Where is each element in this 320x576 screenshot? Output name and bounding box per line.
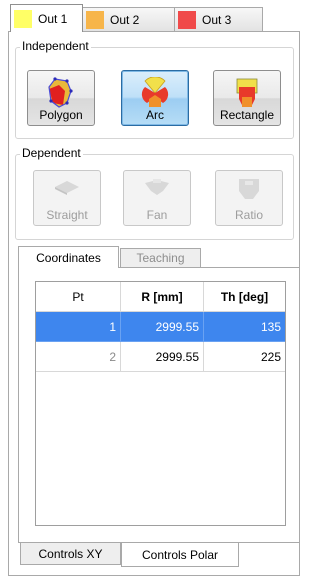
out-3-color-swatch: [178, 10, 196, 29]
arc-shape-icon: [141, 77, 169, 107]
tab-controls-polar-label: Controls Polar: [141, 547, 219, 562]
tab-coordinates[interactable]: Coordinates: [18, 246, 119, 268]
independent-group: Independent Polygon Arc Rectangle: [15, 39, 294, 139]
arc-button[interactable]: Arc: [121, 70, 189, 126]
cell-r[interactable]: 2999.55: [121, 312, 204, 342]
out-1-color-swatch: [14, 9, 32, 28]
straight-button[interactable]: Straight: [33, 170, 101, 226]
tab-controls-polar[interactable]: Controls Polar: [121, 543, 239, 567]
tab-out-2[interactable]: Out 2: [82, 7, 175, 31]
column-header-th[interactable]: Th [deg]: [204, 282, 285, 312]
tab-out-3-label: Out 3: [202, 12, 232, 27]
rectangle-button-label: Rectangle: [219, 108, 275, 122]
polygon-button-label: Polygon: [39, 108, 83, 122]
ratio-button[interactable]: Ratio: [215, 170, 283, 226]
tab-controls-xy-label: Controls XY: [38, 546, 103, 561]
fan-button[interactable]: Fan: [123, 170, 191, 226]
ratio-button-label: Ratio: [234, 208, 263, 222]
straight-button-label: Straight: [46, 208, 88, 222]
dependent-group: Dependent Straight Fan Ratio: [15, 146, 294, 240]
polygon-button[interactable]: Polygon: [27, 70, 95, 126]
independent-group-label: Independent: [20, 39, 91, 53]
tab-out-1[interactable]: Out 1: [10, 4, 83, 32]
ratio-shape-icon: [239, 179, 259, 199]
out-2-color-swatch: [86, 10, 104, 29]
tab-coordinates-label: Coordinates: [36, 250, 101, 265]
tab-out-1-label: Out 1: [38, 11, 68, 26]
rectangle-shape-icon: [236, 78, 258, 107]
cell-pt[interactable]: 2: [36, 342, 121, 372]
cell-th[interactable]: 225: [204, 342, 285, 372]
polygon-shape-icon: [48, 77, 73, 108]
table-row[interactable]: 2 2999.55 225: [36, 342, 285, 372]
tab-teaching-label: Teaching: [136, 251, 185, 265]
straight-shape-icon: [55, 181, 79, 195]
tab-out-2-label: Out 2: [110, 12, 140, 27]
column-header-pt[interactable]: Pt: [36, 282, 121, 312]
tab-out-3[interactable]: Out 3: [174, 7, 263, 31]
cell-pt[interactable]: 1: [36, 312, 121, 342]
arc-button-label: Arc: [146, 108, 164, 122]
table-row[interactable]: 1 2999.55 135: [36, 312, 285, 342]
fan-shape-icon: [145, 179, 169, 195]
points-grid: Pt R [mm] Th [deg] 1 2999.55 135 2 2999.…: [35, 281, 286, 526]
cell-th[interactable]: 135: [204, 312, 285, 342]
fan-button-label: Fan: [146, 208, 168, 222]
cell-r[interactable]: 2999.55: [121, 342, 204, 372]
dependent-group-label: Dependent: [20, 146, 83, 160]
tab-controls-xy[interactable]: Controls XY: [20, 543, 121, 565]
column-header-r[interactable]: R [mm]: [121, 282, 204, 312]
tab-teaching[interactable]: Teaching: [120, 248, 201, 267]
rectangle-button[interactable]: Rectangle: [213, 70, 281, 126]
grid-header-row: Pt R [mm] Th [deg]: [36, 282, 285, 312]
